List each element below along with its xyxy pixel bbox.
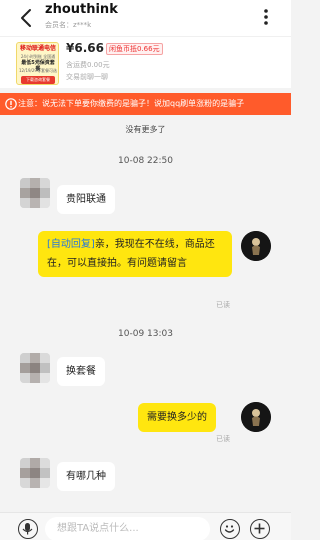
plus-icon	[254, 523, 265, 534]
incoming-message[interactable]: 有哪几种	[57, 462, 115, 491]
avatar[interactable]	[241, 231, 271, 261]
product-image-text: 12/19/29等套餐可选	[19, 68, 57, 73]
read-receipt: 已读	[216, 301, 230, 309]
coin-discount-badge: 闲鱼币抵0.66元	[106, 43, 163, 55]
chat-header: zhouthink 会员名：z***k	[0, 0, 291, 36]
read-receipt: 已读	[216, 435, 230, 443]
avatar[interactable]	[241, 402, 271, 432]
emoji-button[interactable]	[220, 519, 240, 539]
fraud-notice-banner: 注意：说无法下单要你缴费的是骗子！说加qq刷单涨粉的是骗子	[0, 93, 291, 115]
product-image-text: 移动联通电信	[19, 45, 56, 52]
product-image-text: 下载咨询套餐	[21, 76, 55, 84]
product-price: ¥6.66	[66, 41, 104, 55]
more-icon[interactable]	[257, 6, 275, 28]
shipping-fee: 含运费0.00元	[66, 61, 110, 69]
plus-button[interactable]	[250, 519, 270, 539]
contact-name: zhouthink	[45, 2, 118, 17]
product-card[interactable]: 移动联通电信 24小时到账 全国通用 最低5元保资套餐 12/19/29等套餐可…	[0, 36, 291, 88]
message-timestamp: 10-09 13:03	[118, 329, 173, 339]
avatar[interactable]	[20, 458, 50, 488]
incoming-message[interactable]: 贵阳联通	[57, 185, 115, 214]
avatar[interactable]	[20, 353, 50, 383]
message-input[interactable]: 想跟TA说点什么...	[45, 517, 210, 540]
back-arrow-icon[interactable]	[16, 7, 38, 29]
voice-icon	[22, 523, 33, 535]
no-more-messages: 没有更多了	[125, 125, 166, 134]
avatar[interactable]	[20, 178, 50, 208]
product-thumbnail[interactable]: 移动联通电信 24小时到账 全国通用 最低5元保资套餐 12/19/29等套餐可…	[16, 42, 59, 85]
member-name: 会员名：z***k	[45, 21, 92, 29]
message-timestamp: 10-08 22:50	[118, 156, 173, 166]
outgoing-message[interactable]: [自动回复]亲，我现在不在线，商品还在，可以直接拍。有问题请留言	[38, 231, 232, 277]
input-bar: 想跟TA说点什么...	[0, 512, 291, 540]
voice-button[interactable]	[18, 519, 38, 539]
warning-icon	[5, 98, 17, 110]
trade-status: 交易前聊一聊	[66, 73, 108, 81]
auto-reply-tag: [自动回复]	[47, 239, 95, 250]
emoji-icon	[224, 525, 235, 533]
incoming-message[interactable]: 换套餐	[57, 357, 105, 386]
outgoing-message[interactable]: 需要换多少的	[138, 403, 216, 432]
notice-text: 注意：说无法下单要你缴费的是骗子！说加qq刷单涨粉的是骗子	[18, 99, 245, 108]
